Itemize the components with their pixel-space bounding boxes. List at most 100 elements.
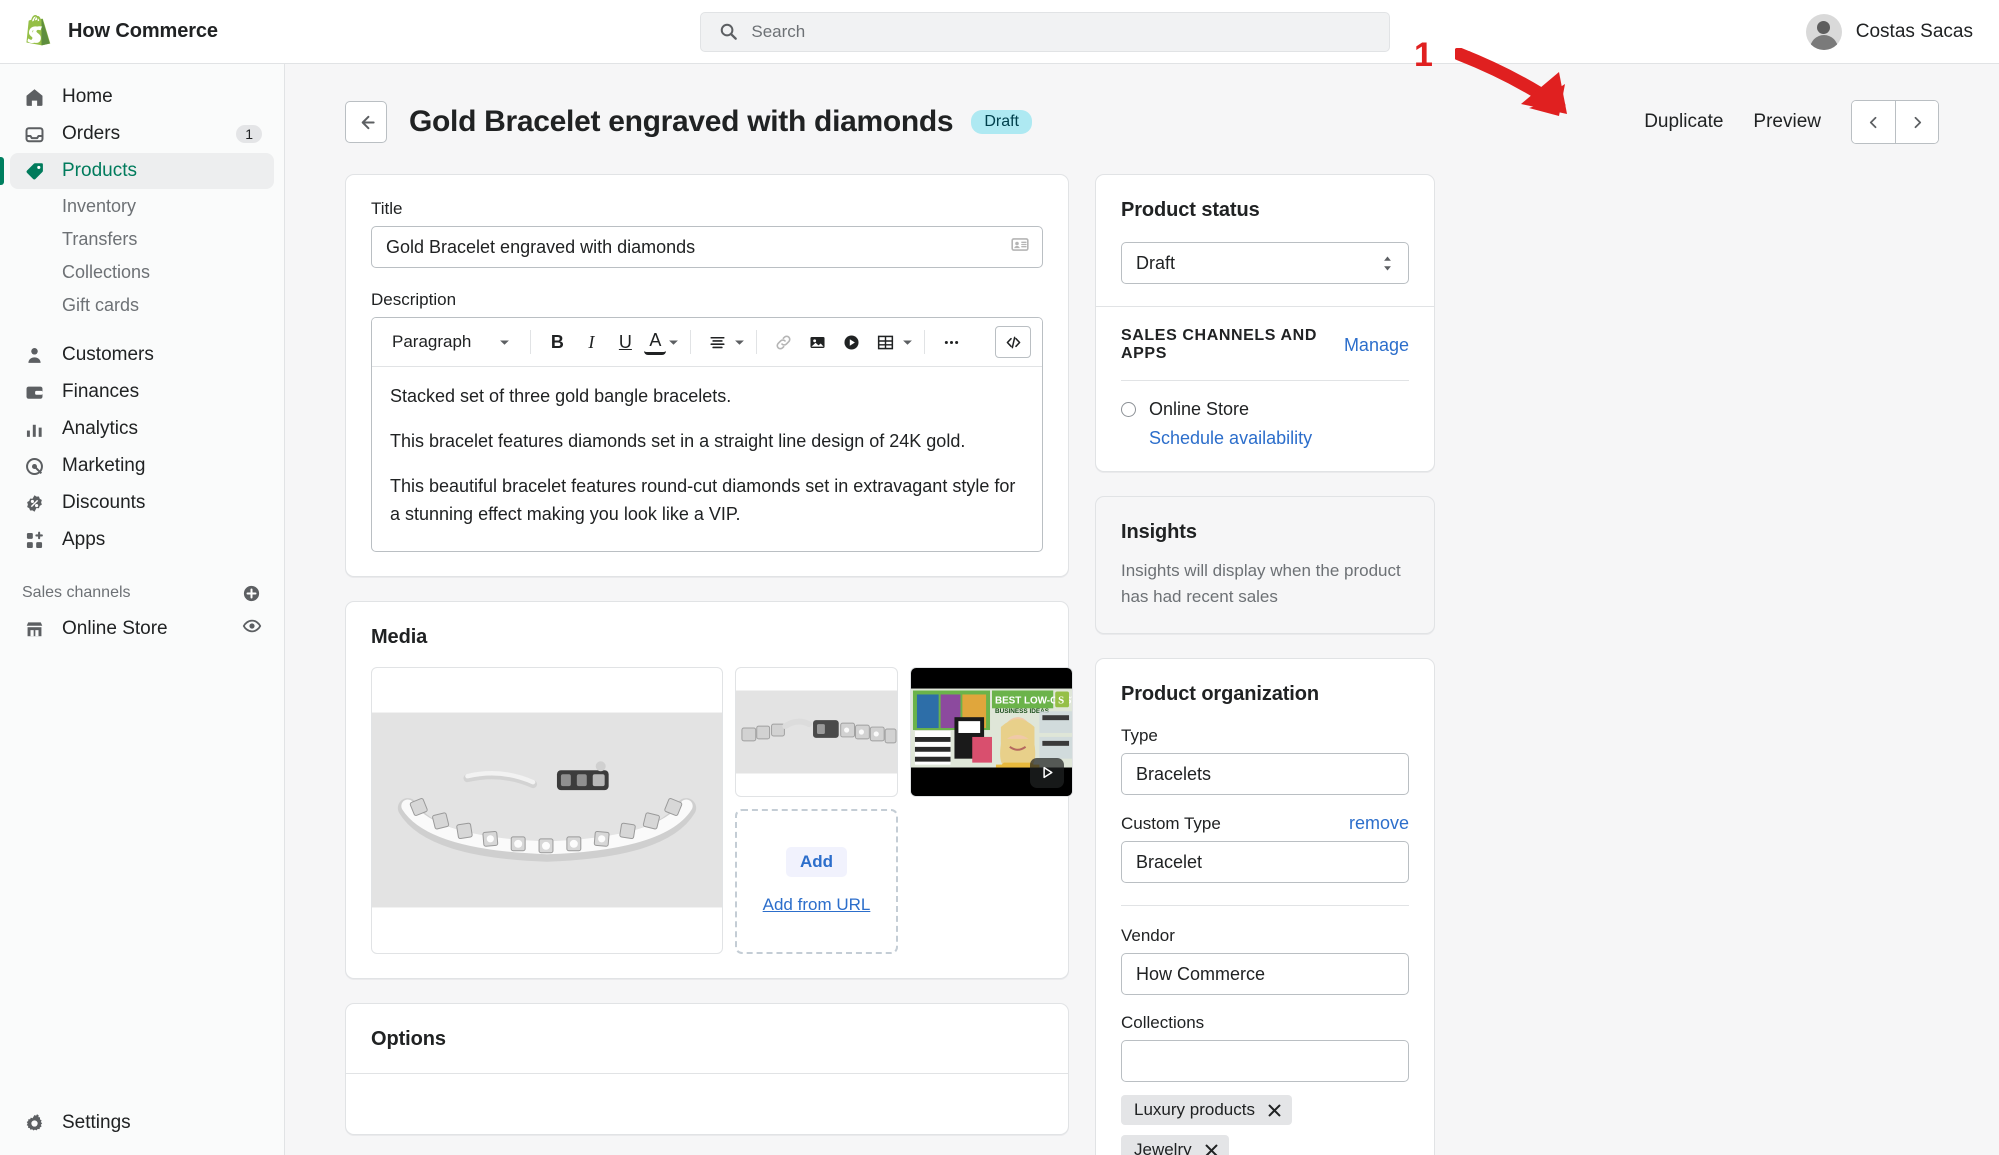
toolbar-divider (690, 330, 692, 354)
media-video-thumbnail[interactable]: BEST LOW-COST BUSINESS IDEAS S (910, 666, 1073, 797)
sidebar-item-customers[interactable]: Customers (10, 337, 274, 373)
sidebar-subitem-label: Transfers (62, 229, 138, 249)
close-icon[interactable] (1267, 1103, 1282, 1118)
eye-icon[interactable] (242, 616, 262, 642)
video-icon (844, 334, 859, 350)
sidebar-item-label: Settings (62, 1112, 131, 1133)
top-bar: How Commerce Search Costas Sacas (0, 0, 1999, 64)
close-icon[interactable] (1204, 1143, 1219, 1155)
editor-toolbar: Paragraph B I U A (372, 318, 1042, 367)
next-product-button[interactable] (1895, 101, 1938, 143)
sidebar-item-inventory[interactable]: Inventory (10, 190, 274, 223)
store-brand[interactable]: How Commerce (0, 14, 285, 49)
plus-circle-icon[interactable] (240, 582, 262, 604)
link-icon (776, 334, 791, 350)
sidebar-item-discounts[interactable]: Discounts (10, 485, 274, 521)
collection-tag: Jewelry (1121, 1135, 1229, 1155)
sidebar-item-online-store[interactable]: Online Store (10, 611, 274, 647)
add-from-url-link[interactable]: Add from URL (763, 895, 871, 915)
custom-type-input-value: Bracelet (1136, 851, 1203, 872)
sidebar-item-collections[interactable]: Collections (10, 256, 274, 289)
channel-radio-icon[interactable] (1121, 402, 1136, 417)
sales-channels-apps-header: SALES CHANNELS AND APPS (1121, 327, 1317, 362)
contact-card-icon[interactable] (1010, 235, 1030, 260)
media-grid: BEST LOW-COST BUSINESS IDEAS S Add Add f… (371, 666, 1073, 954)
back-button[interactable] (345, 101, 387, 143)
main-content: Gold Bracelet engraved with diamonds Dra… (285, 64, 1999, 1155)
collections-input[interactable] (1121, 1040, 1409, 1082)
caret-down-icon[interactable] (668, 337, 679, 348)
pagination-control (1851, 100, 1939, 144)
insights-card: Insights Insights will display when the … (1095, 496, 1435, 634)
title-input[interactable]: Gold Bracelet engraved with diamonds (371, 226, 1043, 268)
media-title: Media (371, 625, 428, 648)
title-description-card: Title Gold Bracelet engraved with diamon… (345, 174, 1069, 577)
organization-divider (1121, 905, 1409, 906)
sidebar-item-apps[interactable]: Apps (10, 522, 274, 558)
toolbar-divider (924, 330, 926, 354)
block-format-select[interactable]: Paragraph (383, 327, 519, 357)
align-icon (710, 336, 725, 348)
annotation-arrow (1455, 48, 1567, 116)
sidebar-item-home[interactable]: Home (10, 79, 274, 115)
insert-table-button[interactable] (870, 327, 900, 357)
type-field-label: Type (1121, 726, 1158, 745)
caret-down-icon[interactable] (902, 337, 913, 348)
underline-button[interactable]: U (610, 327, 640, 357)
vendor-input-value: How Commerce (1136, 963, 1266, 984)
sidebar-item-transfers[interactable]: Transfers (10, 223, 274, 256)
type-input[interactable]: Bracelets (1121, 753, 1409, 795)
sidebar-item-products[interactable]: Products (0, 153, 274, 189)
sidebar-item-settings[interactable]: Settings (0, 1105, 284, 1141)
product-status-select[interactable]: Draft (1121, 242, 1409, 284)
channels-divider (1121, 380, 1409, 381)
preview-button[interactable]: Preview (1753, 111, 1821, 133)
insert-image-button[interactable] (802, 327, 832, 357)
duplicate-button[interactable]: Duplicate (1644, 111, 1723, 133)
user-menu[interactable]: Costas Sacas (1805, 13, 1999, 50)
code-view-button[interactable] (995, 326, 1031, 358)
schedule-availability-link[interactable]: Schedule availability (1149, 428, 1312, 448)
shopify-admin-page: How Commerce Search Costas Sacas Home Or… (0, 0, 1999, 1155)
custom-type-input[interactable]: Bracelet (1121, 841, 1409, 883)
type-input-value: Bracelets (1136, 763, 1212, 784)
description-field-label: Description (371, 290, 457, 309)
description-body[interactable]: Stacked set of three gold bangle bracele… (372, 367, 1042, 551)
media-main-image[interactable] (371, 666, 723, 954)
sidebar-item-analytics[interactable]: Analytics (10, 411, 274, 447)
custom-type-remove-link[interactable]: remove (1349, 813, 1409, 834)
discounts-icon (22, 491, 46, 515)
collections-field-label: Collections (1121, 1013, 1205, 1032)
sidebar-item-finances[interactable]: Finances (10, 374, 274, 410)
bracelet-image (372, 712, 722, 908)
finances-wallet-icon (22, 380, 46, 404)
italic-button[interactable]: I (576, 327, 606, 357)
marketing-target-icon (22, 454, 46, 478)
sidebar-item-orders[interactable]: Orders 1 (10, 116, 274, 152)
description-editor: Paragraph B I U A Stacked set of three g… (371, 317, 1043, 552)
manage-channels-link[interactable]: Manage (1344, 335, 1409, 356)
vendor-input[interactable]: How Commerce (1121, 953, 1409, 995)
link-button[interactable] (768, 327, 798, 357)
media-dropzone[interactable]: Add Add from URL (735, 808, 898, 954)
product-status-card: Product status Draft SALES CHANNELS AND … (1095, 174, 1435, 472)
add-media-button[interactable]: Add (785, 847, 848, 878)
vendor-field-label: Vendor (1121, 926, 1175, 945)
insights-title: Insights (1121, 521, 1197, 543)
search-input[interactable]: Search (700, 11, 1391, 52)
align-button[interactable] (702, 327, 732, 357)
media-secondary-column: BEST LOW-COST BUSINESS IDEAS S Add Add f… (735, 666, 1073, 954)
sidebar-item-label: Marketing (62, 455, 146, 476)
previous-product-button[interactable] (1852, 101, 1895, 143)
text-color-button[interactable]: A (644, 329, 667, 355)
channel-online-store-row[interactable]: Online Store (1121, 399, 1409, 420)
bold-button[interactable]: B (542, 327, 572, 357)
sidebar-item-marketing[interactable]: Marketing (10, 448, 274, 484)
media-thumbnail[interactable] (735, 666, 898, 797)
video-play-overlay[interactable] (1030, 757, 1064, 788)
more-options-button[interactable] (936, 327, 966, 357)
insert-video-button[interactable] (836, 327, 866, 357)
sidebar-item-gift-cards[interactable]: Gift cards (10, 289, 274, 322)
sidebar-subitem-label: Inventory (62, 196, 137, 216)
caret-down-icon[interactable] (734, 337, 745, 348)
